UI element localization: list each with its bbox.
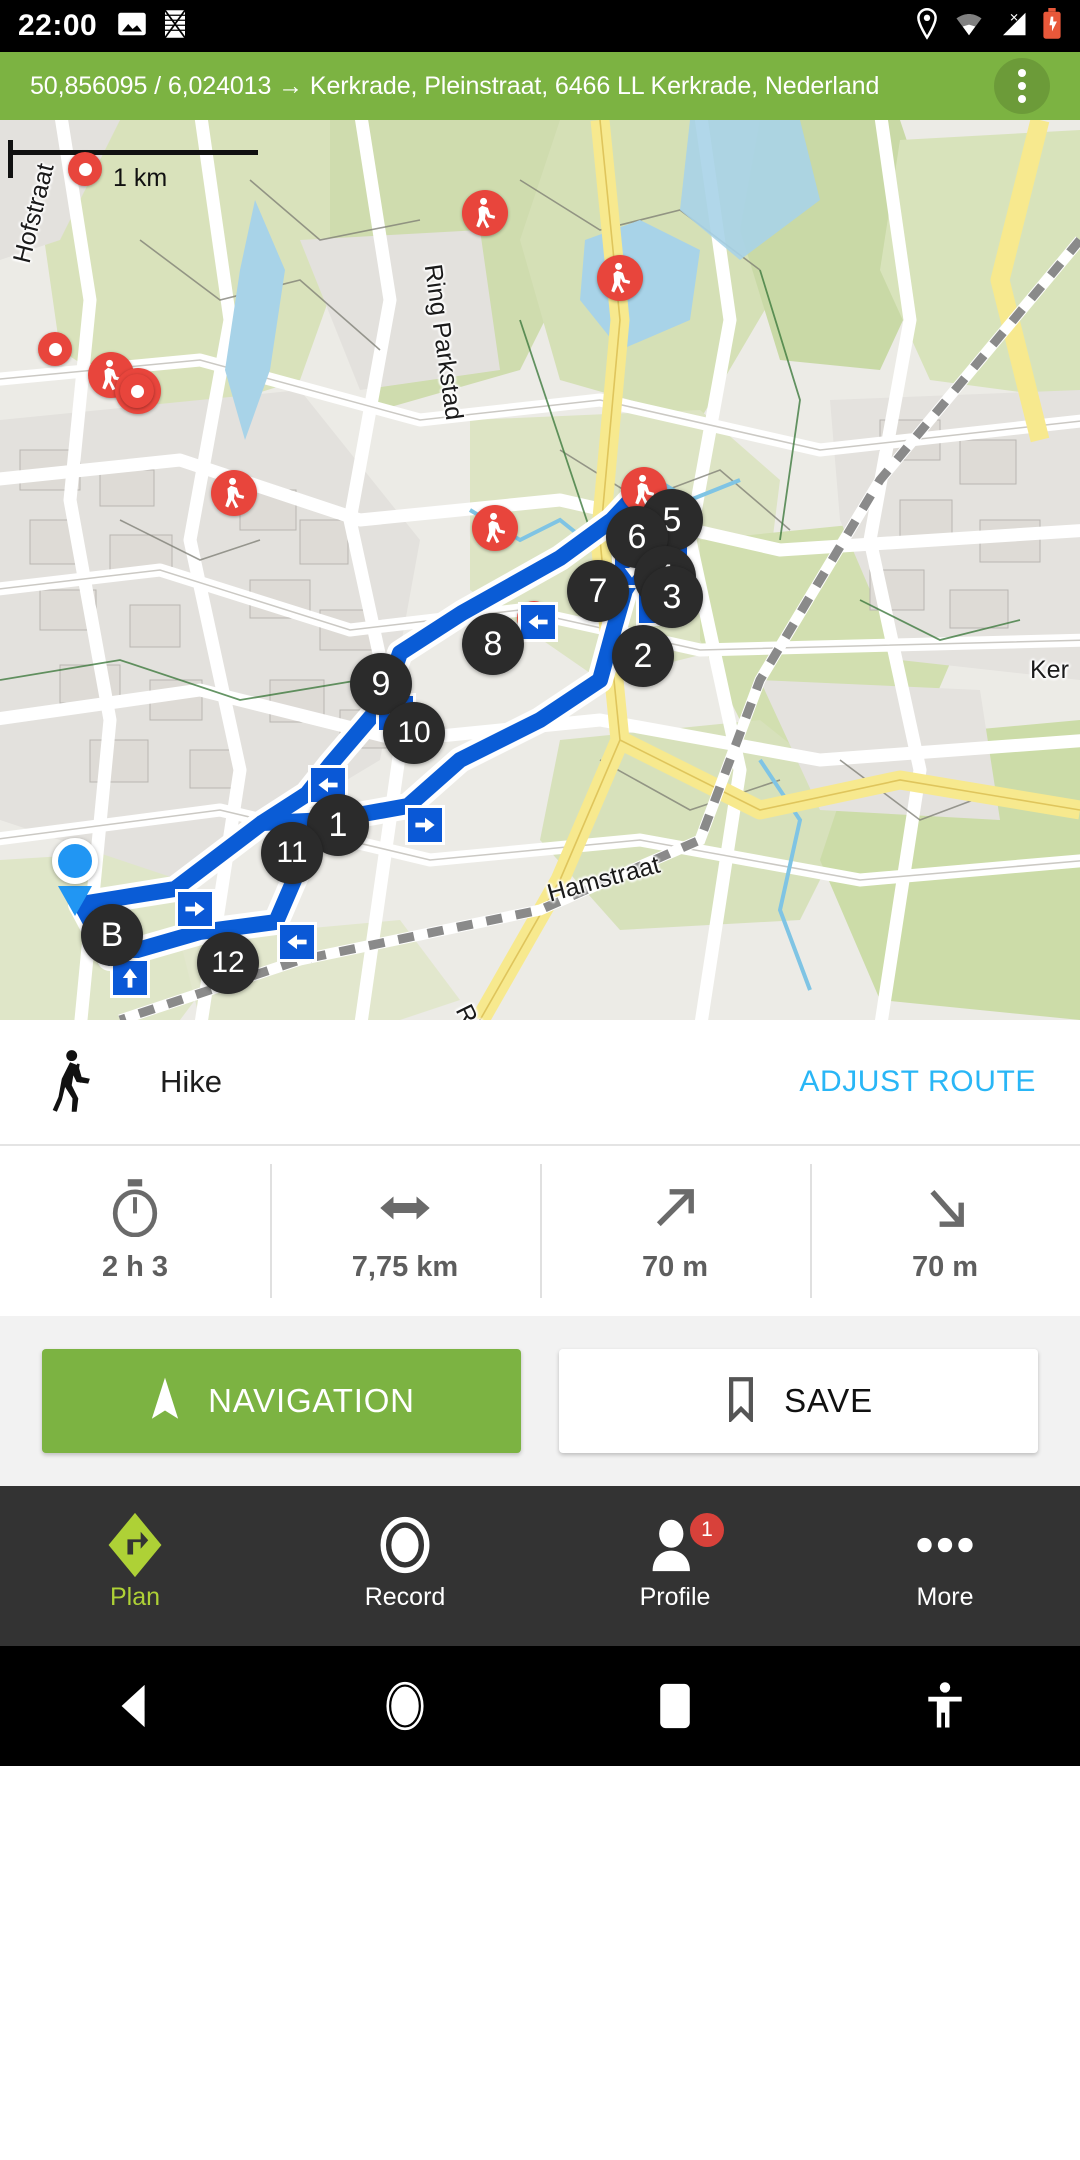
route-waypoint-marker[interactable]: 2 [612,625,674,687]
svg-text:✕: ✕ [1009,12,1018,24]
accessibility-icon[interactable] [810,1680,1080,1732]
poi-dot-marker[interactable] [38,332,72,366]
nav-item-record[interactable]: Record [270,1486,540,1646]
bookmark-icon [724,1376,758,1427]
route-direction-arrow-icon [277,922,317,962]
back-icon[interactable] [0,1681,270,1731]
gps-heading-triangle [58,886,92,916]
route-waypoint-marker[interactable]: 12 [197,932,259,994]
recents-icon[interactable] [540,1682,810,1730]
stat-descent: 70 m [810,1146,1080,1316]
nav-item-profile-label: Profile [639,1582,711,1611]
more-dots-icon [916,1521,974,1569]
map-canvas[interactable]: 1 km HofstraatRing ParkstadRing Parkstad… [0,120,1080,1020]
nav-item-plan-label: Plan [109,1582,161,1611]
stat-ascent: 70 m [540,1146,810,1316]
navigation-arrow-icon [148,1376,182,1427]
plan-diamond-icon [106,1512,164,1577]
descent-icon [918,1179,972,1237]
app-root: 22:00 ✕ 50,856095 / 6,024013 → Kerkrade,… [0,0,1080,2160]
status-bar-system-icons: ✕ [914,7,1062,45]
stat-distance-value: 7,75 km [351,1250,459,1283]
status-bar-clock: 22:00 [18,9,98,42]
gps-location-dot [52,838,98,884]
nav-item-record-label: Record [364,1582,446,1611]
poi-hiker-marker[interactable] [462,190,508,236]
stat-duration: 2 h 3 [0,1146,270,1316]
stat-duration-value: 2 h 3 [101,1250,169,1283]
status-bar-notifications [117,9,189,44]
wifi-off-icon [954,10,984,43]
route-title: 50,856095 / 6,024013 → Kerkrade, Pleinst… [30,71,880,100]
route-waypoint-marker[interactable]: 11 [261,822,323,884]
route-waypoint-marker[interactable]: 3 [641,566,703,628]
app-bar: 50,856095 / 6,024013 → Kerkrade, Pleinst… [0,52,1080,120]
save-button-label: SAVE [784,1382,873,1419]
nav-item-profile[interactable]: 1 Profile [540,1486,810,1646]
overflow-menu-icon[interactable] [994,58,1050,114]
route-waypoint-marker[interactable]: 10 [383,702,445,764]
screenshot-icon [161,9,189,44]
stat-descent-value: 70 m [911,1250,979,1283]
record-circle-icon [377,1516,433,1573]
android-status-bar: 22:00 ✕ [0,0,1080,52]
navigation-button[interactable]: NAVIGATION [42,1349,521,1453]
map-basemap [0,120,1080,1020]
route-direction-arrow-icon [175,889,215,929]
image-icon [117,11,147,42]
nav-item-more[interactable]: More [810,1486,1080,1646]
map-scale-label: 1 km [113,164,168,192]
distance-icon [377,1179,433,1237]
signal-icon: ✕ [998,10,1028,43]
navigation-button-label: NAVIGATION [208,1382,415,1419]
poi-hiker-marker[interactable] [597,255,643,301]
poi-dot-marker[interactable] [120,374,154,408]
ascent-icon [648,1179,702,1237]
bottom-navigation: Plan Record 1 Profile More [0,1486,1080,1646]
stat-ascent-value: 70 m [641,1250,709,1283]
poi-hiker-marker[interactable] [211,470,257,516]
route-waypoint-marker[interactable]: 7 [567,560,629,622]
poi-dot-marker[interactable] [68,152,102,186]
poi-hiker-marker[interactable] [472,505,518,551]
nav-item-more-label: More [916,1582,974,1611]
map-scale-bar: 1 km [8,140,258,192]
activity-label: Hike [160,1064,223,1099]
person-icon: 1 [648,1512,724,1571]
battery-charging-icon [1042,7,1062,45]
home-icon[interactable] [270,1680,540,1732]
profile-badge: 1 [690,1512,724,1547]
adjust-route-button[interactable]: ADJUST ROUTE [799,1065,1036,1099]
location-icon [914,7,940,45]
route-waypoint-marker[interactable]: 8 [462,613,524,675]
stat-distance: 7,75 km [270,1146,540,1316]
route-direction-arrow-icon [405,805,445,845]
nav-item-plan[interactable]: Plan [0,1486,270,1646]
activity-row: Hike ADJUST ROUTE [0,1020,1080,1146]
stopwatch-icon [108,1178,162,1237]
action-button-strip: NAVIGATION SAVE [0,1316,1080,1486]
hiker-icon [44,1049,106,1115]
android-system-nav [0,1646,1080,1766]
route-direction-arrow-icon [518,602,558,642]
route-stats-row: 2 h 3 7,75 km 70 m 70 m [0,1146,1080,1316]
save-button[interactable]: SAVE [559,1349,1038,1453]
